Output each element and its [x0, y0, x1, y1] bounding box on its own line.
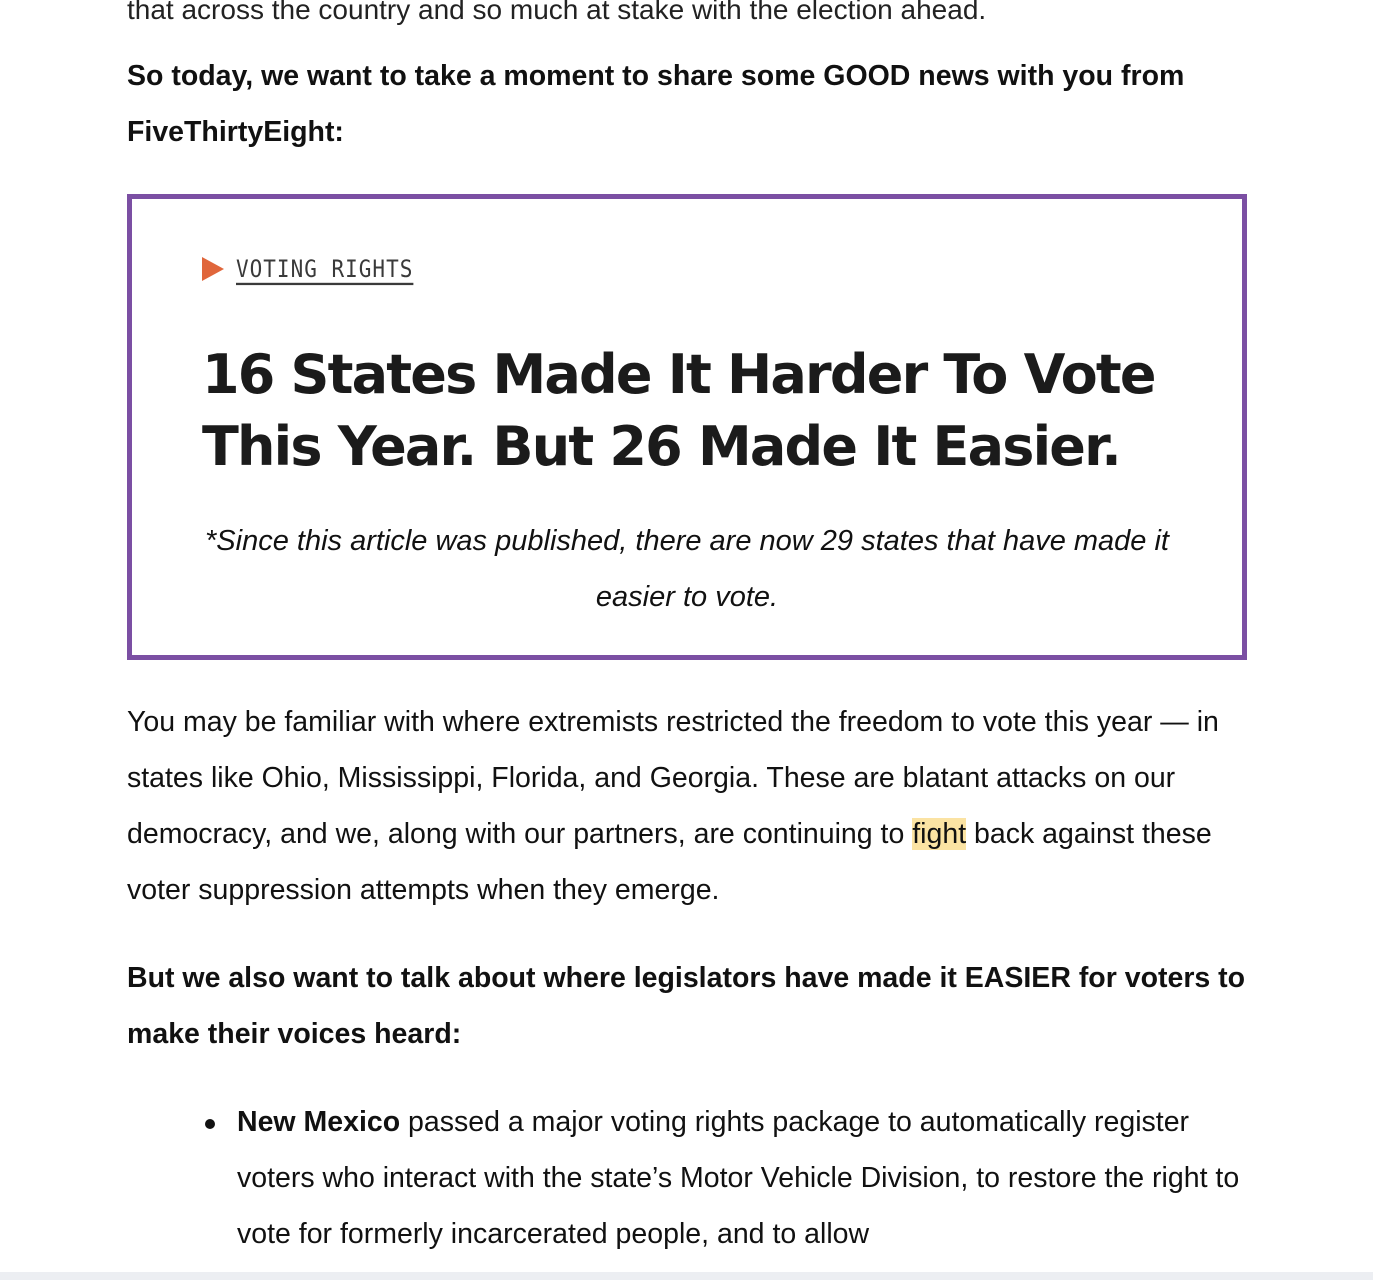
body-paragraph-2: But we also want to talk about where leg… — [127, 962, 1246, 1050]
play-arrow-icon — [202, 257, 224, 281]
previous-paragraph-cutoff: that across the country and so much at s… — [127, 0, 987, 25]
article-kicker[interactable]: VOTING RIGHTS — [202, 255, 413, 283]
body-paragraph-1: You may be familiar with where extremist… — [127, 694, 1247, 918]
article-card[interactable]: VOTING RIGHTS 16 States Made It Harder T… — [127, 194, 1247, 660]
article-headline[interactable]: 16 States Made It Harder To Vote This Ye… — [202, 339, 1202, 483]
bullet-dot-icon — [205, 1119, 215, 1129]
list-item-state: New Mexico — [237, 1106, 401, 1138]
highlighted-word: fight — [912, 818, 967, 850]
list-item: New Mexico passed a major voting rights … — [205, 1094, 1247, 1262]
article-note: *Since this article was published, there… — [205, 525, 1169, 613]
email-content: So today, we want to take a moment to sh… — [127, 48, 1247, 1262]
kicker-label[interactable]: VOTING RIGHTS — [236, 255, 413, 283]
intro-paragraph: So today, we want to take a moment to sh… — [127, 60, 1185, 148]
state-list: New Mexico passed a major voting rights … — [127, 1094, 1247, 1262]
window-bottom-edge — [0, 1272, 1373, 1280]
